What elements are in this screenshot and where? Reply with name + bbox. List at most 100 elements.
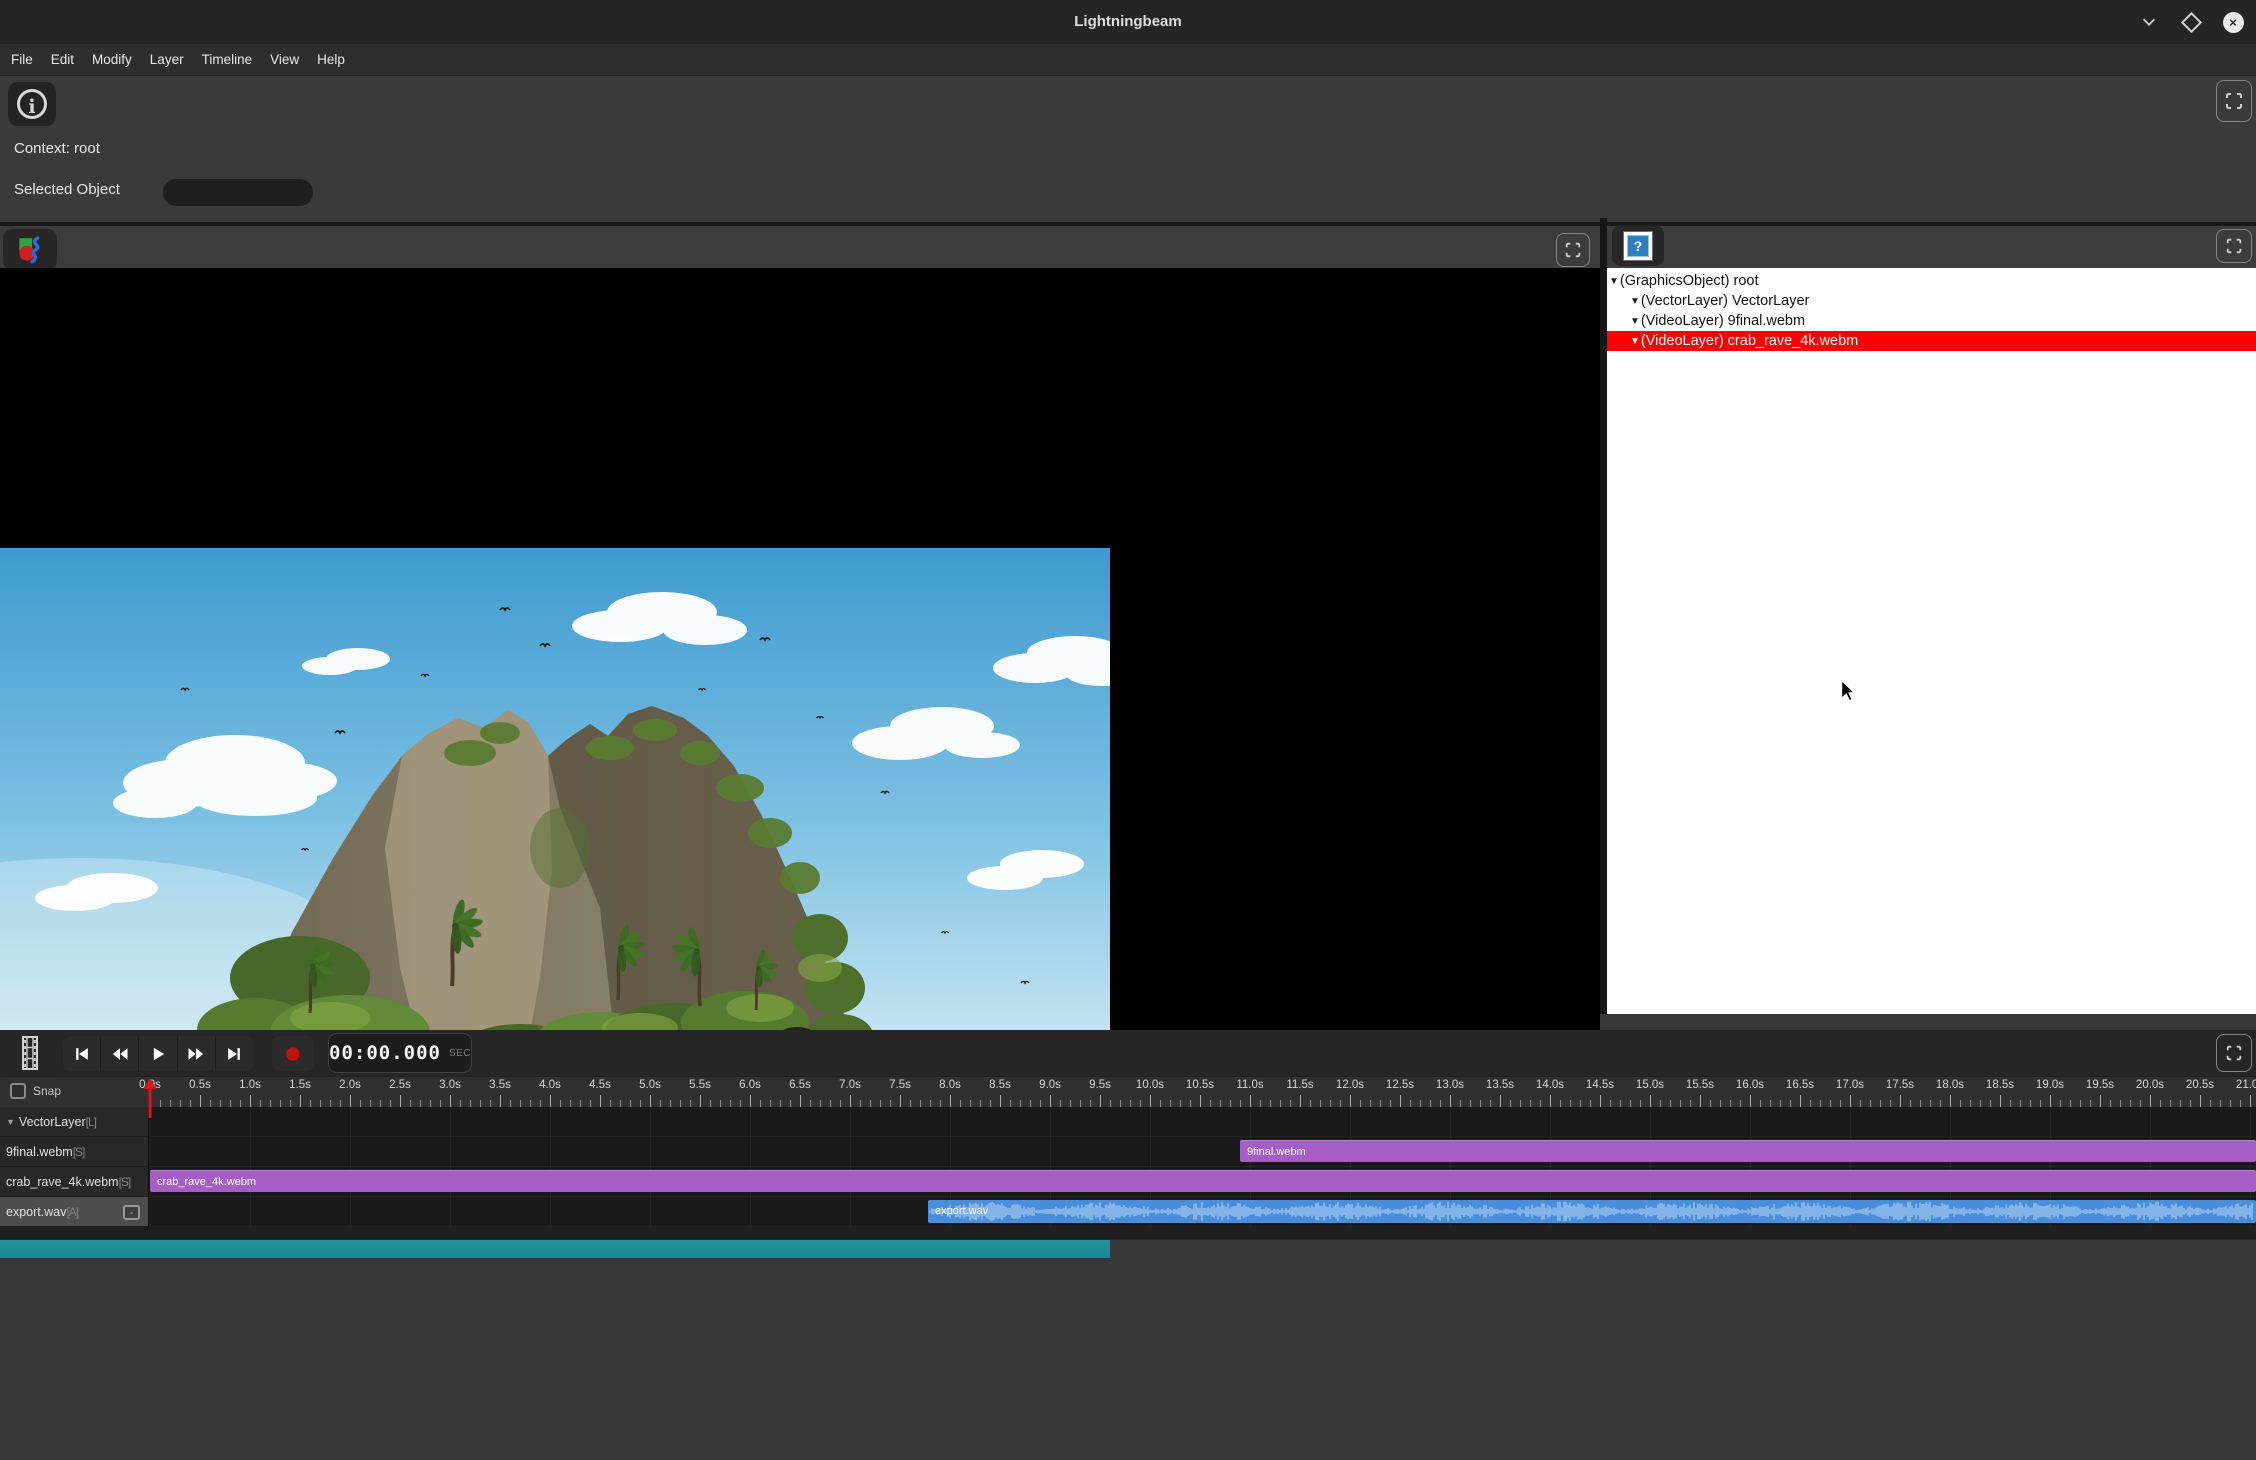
playhead[interactable] [143,1077,157,1118]
ruler-label: 10.5s [1186,1079,1214,1091]
menu-timeline[interactable]: Timeline [193,44,262,76]
ruler-tick [290,1100,291,1107]
ruler-tick [550,1095,551,1107]
track-label-column: ▼VectorLayer[L]9final.webm[S]crab_rave_4… [0,1107,149,1227]
close-button[interactable]: × [2222,11,2244,33]
track-type-tag: [A] [66,1205,78,1219]
ruler-tick [1610,1100,1611,1107]
drawing-tools-button[interactable] [3,229,57,270]
ruler-label: 21.0s [2236,1079,2256,1091]
clip-crab_rave_4k.webm[interactable]: crab_rave_4k.webm [150,1170,2256,1192]
play-button[interactable] [139,1036,177,1071]
fast-forward-button[interactable] [178,1036,216,1071]
ruler-tick [860,1100,861,1107]
ruler-label: 18.5s [1986,1079,2014,1091]
scene-tree: ▼(GraphicsObject) root▼(VectorLayer) Vec… [1607,268,2256,1014]
track-label-9final.webm[interactable]: 9final.webm[S] [0,1137,148,1167]
ruler-tick [1110,1100,1111,1107]
ruler-tick [1330,1100,1331,1107]
timeline-expand-button[interactable] [2216,1034,2252,1072]
ruler-label: 2.5s [389,1079,411,1091]
track-label-crab_rave_4k.webm[interactable]: crab_rave_4k.webm[S] [0,1167,148,1197]
menu-help[interactable]: Help [308,44,354,76]
ruler-tick [200,1095,201,1107]
ruler-tick [680,1100,681,1107]
track-label-VectorLayer[interactable]: ▼VectorLayer[L] [0,1107,148,1137]
ruler-tick [1880,1100,1881,1107]
menu-view[interactable]: View [261,44,308,76]
clip-9final.webm[interactable]: 9final.webm [1240,1140,2256,1162]
ruler-tick [1320,1100,1321,1107]
ruler-tick [170,1100,171,1107]
expander-triangle-icon[interactable]: ▼ [1630,296,1640,307]
info-button[interactable]: i [8,82,56,126]
track-expander-icon[interactable]: ▼ [6,1117,15,1127]
ruler-tick [1440,1100,1441,1107]
info-panel-expand-button[interactable] [2216,80,2252,122]
tree-row[interactable]: ▼(VideoLayer) crab_rave_4k.webm [1607,331,2256,351]
ruler-label: 16.0s [1736,1079,1764,1091]
ruler-tick [670,1100,671,1107]
ruler-label: 11.5s [1286,1079,1313,1091]
ruler-tick [1470,1100,1471,1107]
fullscreen-icon [2225,1044,2243,1062]
maximize-button[interactable] [2180,11,2202,33]
ruler-tick [1350,1095,1351,1107]
ruler-tick [1910,1100,1911,1107]
track-toggle-button[interactable]: - [123,1205,140,1220]
ruler-tick [740,1100,741,1107]
ruler-tick [210,1100,211,1107]
record-button[interactable] [272,1036,314,1071]
ruler-tick [1730,1100,1731,1107]
track-type-tag: [L] [86,1115,96,1129]
ruler-tick [1010,1100,1011,1107]
expander-triangle-icon[interactable]: ▼ [1630,336,1640,347]
ruler-label: 8.5s [989,1079,1011,1091]
ruler-tick [320,1100,321,1107]
timeline-panel-button[interactable] [3,1032,57,1073]
track-label-export.wav[interactable]: export.wav[A]- [0,1197,148,1227]
ruler-tick [920,1100,921,1107]
tree-row[interactable]: ▼(VideoLayer) 9final.webm [1607,311,2256,331]
ruler-tick [1800,1095,1801,1107]
snap-checkbox[interactable] [10,1083,26,1099]
skip-end-button[interactable] [216,1036,253,1071]
ruler-tick [520,1100,521,1107]
ruler-tick [400,1095,401,1107]
clip-export.wav[interactable]: export.wav [928,1200,2256,1223]
menu-modify[interactable]: Modify [83,44,141,76]
ruler-tick [990,1100,991,1107]
timeline-ruler[interactable]: Snap 0.0s0.5s1.0s1.5s2.0s2.5s3.0s3.5s4.0… [0,1076,2256,1107]
ruler-tick [1370,1100,1371,1107]
skip-start-button[interactable] [63,1036,101,1071]
minimize-button[interactable] [2138,11,2160,33]
ruler-label: 10.0s [1136,1079,1164,1091]
ruler-tick [590,1100,591,1107]
stage-expand-button[interactable] [1556,233,1590,267]
expander-triangle-icon[interactable]: ▼ [1630,316,1640,327]
tree-panel-button[interactable]: ? [1612,225,1664,266]
window-title: Lightningbeam [0,0,2256,44]
expander-triangle-icon[interactable]: ▼ [1609,276,1619,287]
tree-row[interactable]: ▼(VectorLayer) VectorLayer [1607,291,2256,311]
selected-object-input[interactable] [163,179,313,206]
ruler-label: 8.0s [939,1079,961,1091]
menu-edit[interactable]: Edit [42,44,83,76]
ruler-tick [2170,1100,2171,1107]
transport-controls [63,1036,253,1071]
info-icon: i [17,89,47,119]
tree-row[interactable]: ▼(GraphicsObject) root [1607,271,2256,291]
tree-expand-button[interactable] [2216,229,2252,263]
menu-layer[interactable]: Layer [141,44,193,76]
ruler-label: 19.0s [2036,1079,2064,1091]
ruler-tick [1930,1100,1931,1107]
menu-file[interactable]: File [2,44,42,76]
ruler-label: 3.5s [489,1079,511,1091]
ruler-tick [930,1100,931,1107]
ruler-tick [1280,1100,1281,1107]
ruler-label: 13.5s [1486,1079,1514,1091]
rewind-button[interactable] [101,1036,139,1071]
ruler-tick [1530,1100,1531,1107]
ruler-tick [620,1100,621,1107]
ruler-tick [1920,1100,1921,1107]
